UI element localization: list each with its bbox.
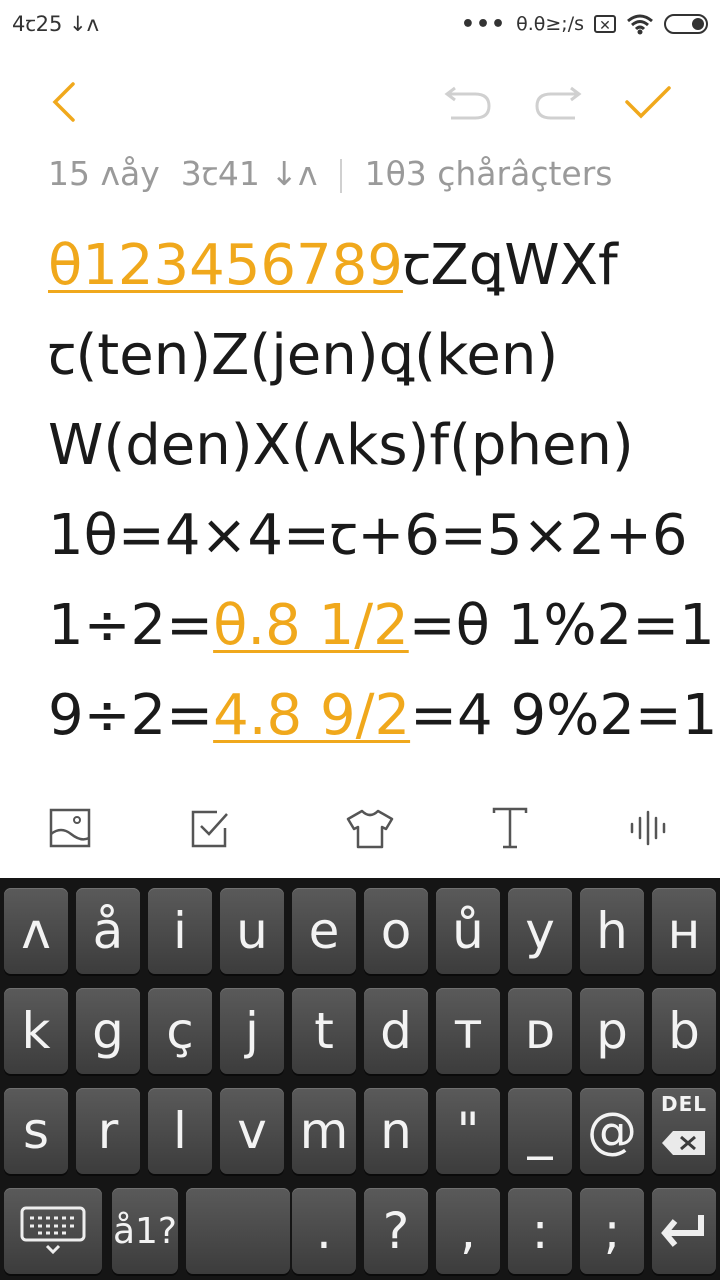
note-time: 3ꞇ41 ↓ʌ xyxy=(180,154,318,193)
key[interactable]: : xyxy=(508,1188,572,1274)
keyboard-row-3: DEL s r l v m n " _ @ xyxy=(0,1078,720,1174)
keyboard-row-1: ʌåiueoůyhн xyxy=(0,878,720,974)
key[interactable]: s xyxy=(4,1088,68,1174)
key[interactable]: b xyxy=(652,988,716,1074)
key[interactable]: v xyxy=(220,1088,284,1174)
key[interactable]: l xyxy=(148,1088,212,1174)
done-button[interactable] xyxy=(618,76,678,128)
theme-button[interactable] xyxy=(340,800,400,856)
sim-x-icon: ✕ xyxy=(594,15,616,34)
note-line-6: 9÷2=4.8 9/2=4 9%2=1 xyxy=(48,674,717,764)
key[interactable]: e xyxy=(292,888,356,974)
key[interactable]: y xyxy=(508,888,572,974)
key[interactable]: å xyxy=(76,888,140,974)
status-time: 4ꞇ25 ↓ʌ xyxy=(12,12,100,36)
key[interactable]: @ xyxy=(580,1088,644,1174)
key[interactable]: n xyxy=(364,1088,428,1174)
key[interactable]: ů xyxy=(436,888,500,974)
checkmark-icon xyxy=(625,86,671,119)
space-key[interactable] xyxy=(186,1188,290,1274)
enter-icon xyxy=(661,1215,704,1247)
key[interactable]: p xyxy=(580,988,644,1074)
key[interactable]: " xyxy=(436,1088,500,1174)
symbols-key[interactable]: å1? xyxy=(112,1188,178,1274)
status-bar: 4ꞇ25 ↓ʌ ••• θ.θ≥;/s ✕ xyxy=(0,0,720,48)
network-speed: θ.θ≥;/s xyxy=(516,13,584,35)
checklist-button[interactable] xyxy=(180,800,240,856)
battery-icon xyxy=(664,14,708,34)
keyboard-row-4: å1? .?,:; xyxy=(0,1178,720,1274)
key[interactable]: _ xyxy=(508,1088,572,1174)
number-link[interactable]: θ.8 1/2 xyxy=(213,593,409,658)
number-link[interactable]: 4.8 9/2 xyxy=(213,683,410,748)
note-text: 9÷2= xyxy=(48,683,214,748)
shirt-icon xyxy=(346,809,394,849)
key[interactable]: h xyxy=(580,888,644,974)
editor-toolbar xyxy=(0,60,720,144)
wifi-icon xyxy=(627,14,653,35)
keyboard-icon xyxy=(20,1206,86,1255)
note-text: 1÷2= xyxy=(48,593,214,658)
note-body[interactable]: θ123456789ꞇZꝗWXf ꞇ(ten)Z(jen)ꝗ(ken) W(de… xyxy=(48,224,717,764)
key[interactable]: ? xyxy=(364,1188,428,1274)
key[interactable]: j xyxy=(220,988,284,1074)
key[interactable]: t xyxy=(292,988,356,1074)
keyboard: ʌåiueoůyhн kgçjtdтᴅpb DEL s r l v m n " _ @ å1? xyxy=(0,878,720,1280)
key[interactable]: o xyxy=(364,888,428,974)
back-chevron-icon xyxy=(52,82,75,122)
key[interactable]: i xyxy=(148,888,212,974)
note-metadata: 15 ʌåy 3ꞇ41 ↓ʌ 1θ3 çhårâçters xyxy=(48,150,612,195)
key[interactable]: u xyxy=(220,888,284,974)
note-line-1: θ123456789ꞇZꝗWXf xyxy=(48,224,708,314)
delete-key[interactable]: DEL xyxy=(652,1088,716,1174)
key[interactable]: g xyxy=(76,988,140,1074)
note-line-4: 1θ=4×4=ꞇ+6=5×2+6 xyxy=(48,503,688,568)
back-button[interactable] xyxy=(34,76,94,128)
note-text: =4 9%2=1 xyxy=(410,683,718,748)
key[interactable]: ᴅ xyxy=(508,988,572,1074)
key[interactable]: d xyxy=(364,988,428,1074)
number-link[interactable]: θ123456789 xyxy=(48,233,403,298)
text-format-icon xyxy=(492,807,528,849)
character-count: 1θ3 çhårâçters xyxy=(364,154,613,193)
note-text: ꞇZꝗWXf xyxy=(402,233,618,298)
note-line-3: W(den)X(ʌks)f(phen) xyxy=(48,413,634,478)
formatting-tools xyxy=(0,790,720,860)
redo-button[interactable] xyxy=(528,76,588,128)
text-format-button[interactable] xyxy=(480,800,540,856)
image-icon xyxy=(49,808,91,848)
note-date: 15 ʌåy xyxy=(48,154,160,193)
key[interactable]: ; xyxy=(580,1188,644,1274)
voice-icon xyxy=(630,810,666,846)
meta-divider xyxy=(340,158,343,193)
key[interactable]: ç xyxy=(148,988,212,1074)
insert-image-button[interactable] xyxy=(40,800,100,856)
note-line-5: 1÷2=θ.8 1/2=θ 1%2=1 xyxy=(48,584,715,674)
key[interactable]: , xyxy=(436,1188,500,1274)
key[interactable]: k xyxy=(4,988,68,1074)
voice-input-button[interactable] xyxy=(620,800,680,856)
delete-label: DEL xyxy=(660,1092,707,1116)
note-line-2: ꞇ(ten)Z(jen)ꝗ(ken) xyxy=(48,323,559,388)
undo-button[interactable] xyxy=(438,76,498,128)
undo-icon xyxy=(444,86,491,120)
status-icons: ••• θ.θ≥;/s ✕ xyxy=(461,8,708,40)
keyboard-row-2: kgçjtdтᴅpb xyxy=(0,978,720,1074)
more-dots-icon: ••• xyxy=(460,11,507,37)
key[interactable]: ʌ xyxy=(4,888,68,974)
checkbox-icon xyxy=(191,810,228,848)
backspace-icon xyxy=(662,1131,705,1155)
redo-icon xyxy=(535,86,582,120)
key[interactable]: н xyxy=(652,888,716,974)
key[interactable]: r xyxy=(76,1088,140,1174)
key[interactable]: т xyxy=(436,988,500,1074)
keyboard-switch-key[interactable] xyxy=(4,1188,102,1274)
note-text: =θ 1%2=1 xyxy=(408,593,715,658)
key[interactable]: . xyxy=(292,1188,356,1274)
enter-key[interactable] xyxy=(652,1188,716,1274)
key[interactable]: m xyxy=(292,1088,356,1174)
